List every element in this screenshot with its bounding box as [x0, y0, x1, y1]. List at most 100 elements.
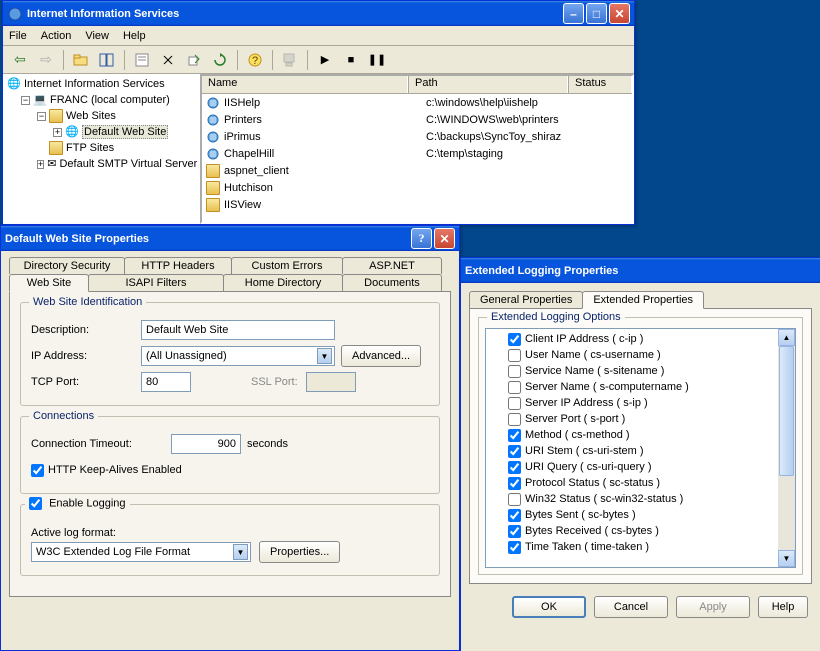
expand-icon[interactable]: +	[37, 160, 44, 169]
enable-logging-checkbox[interactable]	[29, 497, 42, 510]
scroll-down-icon[interactable]: ▼	[778, 550, 795, 567]
tab-isapi-filters[interactable]: ISAPI Filters	[88, 274, 224, 291]
option-checkbox[interactable]	[508, 525, 521, 538]
tab-directory-security[interactable]: Directory Security	[9, 257, 125, 274]
log-format-combo[interactable]: W3C Extended Log File Format▼	[31, 542, 251, 562]
tab-http-headers[interactable]: HTTP Headers	[124, 257, 232, 274]
list-item[interactable]: Hutchison	[202, 179, 632, 196]
scroll-up-icon[interactable]: ▲	[778, 329, 795, 346]
option-row[interactable]: URI Query ( cs-uri-query )	[488, 459, 793, 475]
option-row[interactable]: Time Taken ( time-taken )	[488, 539, 793, 555]
export-icon[interactable]	[183, 49, 205, 71]
minimize-button[interactable]: –	[563, 3, 584, 24]
tab-extended-properties[interactable]: Extended Properties	[582, 291, 704, 309]
menu-help[interactable]: Help	[123, 30, 146, 42]
col-name[interactable]: Name	[202, 76, 408, 93]
properties-icon[interactable]	[131, 49, 153, 71]
view-panes-icon[interactable]	[96, 49, 118, 71]
expand-icon[interactable]: +	[53, 128, 62, 137]
description-input[interactable]	[141, 320, 335, 340]
tree-websites[interactable]: −Web Sites	[5, 108, 196, 124]
list-item[interactable]: IISView	[202, 196, 632, 213]
play-button[interactable]: ▶	[314, 49, 336, 71]
menu-view[interactable]: View	[85, 30, 109, 42]
tree-smtp[interactable]: +✉Default SMTP Virtual Server	[5, 156, 196, 172]
list-item[interactable]: ChapelHillC:\temp\staging	[202, 145, 632, 162]
tree-ftp[interactable]: FTP Sites	[5, 140, 196, 156]
list-item[interactable]: IISHelpc:\windows\help\iishelp	[202, 94, 632, 111]
option-row[interactable]: Client IP Address ( c-ip )	[488, 331, 793, 347]
ext-titlebar[interactable]: Extended Logging Properties	[461, 258, 820, 283]
option-checkbox[interactable]	[508, 333, 521, 346]
option-checkbox[interactable]	[508, 461, 521, 474]
cancel-button[interactable]: Cancel	[594, 596, 668, 618]
option-checkbox[interactable]	[508, 541, 521, 554]
option-row[interactable]: Server Port ( s-port )	[488, 411, 793, 427]
tree-default-site[interactable]: +🌐Default Web Site	[5, 124, 196, 140]
maximize-button[interactable]: □	[586, 3, 607, 24]
back-button[interactable]: ⇦	[9, 49, 31, 71]
collapse-icon[interactable]: −	[37, 112, 46, 121]
tree-root[interactable]: 🌐Internet Information Services	[5, 76, 196, 92]
option-row[interactable]: Bytes Received ( cs-bytes )	[488, 523, 793, 539]
options-list[interactable]: Client IP Address ( c-ip )User Name ( cs…	[485, 328, 796, 568]
tree-view[interactable]: 🌐Internet Information Services −💻FRANC (…	[3, 74, 200, 224]
list-item[interactable]: PrintersC:\WINDOWS\web\printers	[202, 111, 632, 128]
option-checkbox[interactable]	[508, 445, 521, 458]
col-status[interactable]: Status	[568, 76, 632, 93]
chevron-down-icon[interactable]: ▼	[317, 348, 332, 364]
collapse-icon[interactable]: −	[21, 96, 30, 105]
up-folder-icon[interactable]	[70, 49, 92, 71]
help-button[interactable]: Help	[758, 596, 808, 618]
option-checkbox[interactable]	[508, 349, 521, 362]
tab-home-directory[interactable]: Home Directory	[223, 274, 343, 291]
tab-web-site[interactable]: Web Site	[9, 274, 89, 292]
col-path[interactable]: Path	[408, 76, 568, 93]
chevron-down-icon[interactable]: ▼	[233, 544, 248, 560]
option-row[interactable]: Server Name ( s-computername )	[488, 379, 793, 395]
ok-button[interactable]: OK	[512, 596, 586, 618]
menu-action[interactable]: Action	[41, 30, 72, 42]
pause-button[interactable]: ❚❚	[366, 49, 388, 71]
help-button[interactable]: ?	[411, 228, 432, 249]
option-checkbox[interactable]	[508, 429, 521, 442]
tab-aspnet[interactable]: ASP.NET	[342, 257, 442, 274]
option-checkbox[interactable]	[508, 477, 521, 490]
timeout-input[interactable]	[171, 434, 241, 454]
option-row[interactable]: Service Name ( s-sitename )	[488, 363, 793, 379]
option-row[interactable]: URI Stem ( cs-uri-stem )	[488, 443, 793, 459]
option-row[interactable]: Method ( cs-method )	[488, 427, 793, 443]
log-properties-button[interactable]: Properties...	[259, 541, 340, 563]
advanced-button[interactable]: Advanced...	[341, 345, 421, 367]
keepalive-checkbox[interactable]	[31, 464, 44, 477]
iis-titlebar[interactable]: Internet Information Services – □ ✕	[3, 1, 634, 26]
option-checkbox[interactable]	[508, 365, 521, 378]
stop-button[interactable]: ■	[340, 49, 362, 71]
tab-general-properties[interactable]: General Properties	[469, 291, 583, 308]
list-item[interactable]: iPrimusC:\backups\SyncToy_shiraz	[202, 128, 632, 145]
option-row[interactable]: Server IP Address ( s-ip )	[488, 395, 793, 411]
props-titlebar[interactable]: Default Web Site Properties ? ✕	[1, 226, 459, 251]
menu-file[interactable]: File	[9, 30, 27, 42]
option-checkbox[interactable]	[508, 413, 521, 426]
tab-custom-errors[interactable]: Custom Errors	[231, 257, 343, 274]
option-checkbox[interactable]	[508, 381, 521, 394]
list-header[interactable]: Name Path Status	[202, 76, 632, 94]
option-row[interactable]: User Name ( cs-username )	[488, 347, 793, 363]
option-checkbox[interactable]	[508, 397, 521, 410]
option-checkbox[interactable]	[508, 493, 521, 506]
option-row[interactable]: Protocol Status ( sc-status )	[488, 475, 793, 491]
tab-documents[interactable]: Documents	[342, 274, 442, 291]
tcp-port-input[interactable]	[141, 372, 191, 392]
option-checkbox[interactable]	[508, 509, 521, 522]
ip-combo[interactable]: (All Unassigned)▼	[141, 346, 335, 366]
close-button[interactable]: ✕	[609, 3, 630, 24]
refresh-icon[interactable]	[209, 49, 231, 71]
help-icon[interactable]: ?	[244, 49, 266, 71]
scrollbar[interactable]: ▲ ▼	[778, 329, 795, 567]
scroll-thumb[interactable]	[779, 346, 794, 476]
list-view[interactable]: Name Path Status IISHelpc:\windows\help\…	[200, 74, 634, 224]
option-row[interactable]: Bytes Sent ( sc-bytes )	[488, 507, 793, 523]
close-button[interactable]: ✕	[434, 228, 455, 249]
list-item[interactable]: aspnet_client	[202, 162, 632, 179]
